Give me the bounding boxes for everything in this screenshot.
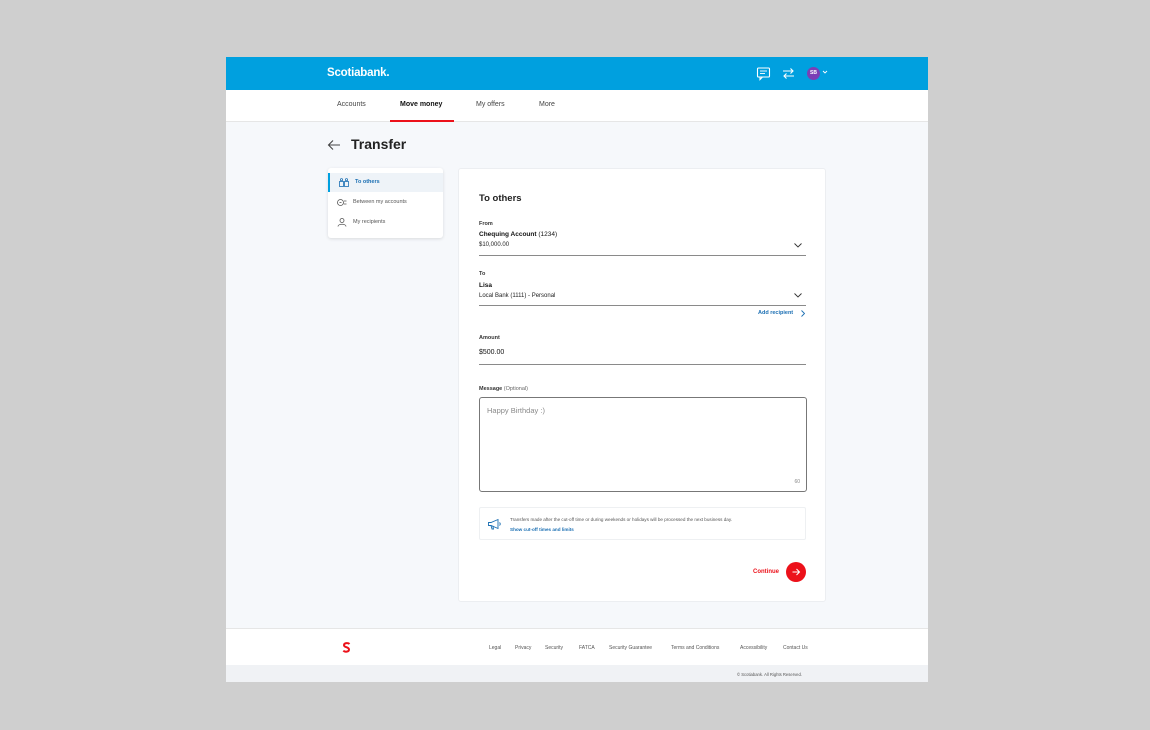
active-nav-indicator: [390, 120, 454, 122]
footer-link-privacy[interactable]: Privacy: [515, 645, 531, 651]
top-bar: Scotiabank. SB: [226, 57, 928, 90]
accounts-swap-icon: [337, 199, 347, 206]
nav-item-more[interactable]: More: [539, 101, 555, 108]
amount-label: Amount: [479, 335, 500, 341]
from-account-name: Chequing Account: [479, 231, 537, 238]
megaphone-icon: [488, 518, 501, 530]
footer-link-contact-us[interactable]: Contact Us: [783, 645, 808, 651]
footer-link-security[interactable]: Security: [545, 645, 563, 651]
continue-button[interactable]: [786, 562, 806, 582]
app-window: Scotiabank. SB Accounts Move money My of…: [226, 57, 928, 682]
side-item-label: My recipients: [353, 219, 386, 225]
footer-link-security-guarantee[interactable]: Security Guarantee: [609, 645, 652, 651]
message-textarea[interactable]: Happy Birthday :) 60: [479, 397, 807, 492]
side-item-between-accounts[interactable]: Between my accounts: [328, 193, 443, 212]
to-recipient[interactable]: Lisa: [479, 282, 492, 289]
recipient-detail: Local Bank (1111) - Personal: [479, 293, 556, 299]
cutoff-notice: Transfers made after the cut-off time or…: [479, 507, 806, 540]
message-label: Message (Optional): [479, 386, 528, 392]
nav-item-accounts[interactable]: Accounts: [337, 101, 366, 108]
character-count: 60: [794, 479, 800, 485]
page-title: Transfer: [351, 136, 407, 152]
from-account-number: (1234): [538, 231, 558, 238]
side-item-my-recipients[interactable]: My recipients: [328, 213, 443, 232]
message-optional-text: (Optional): [503, 386, 528, 392]
message-placeholder: Happy Birthday :): [487, 406, 545, 415]
from-label: From: [479, 221, 493, 227]
to-label: To: [479, 271, 486, 277]
chevron-right-icon[interactable]: [801, 310, 805, 317]
scotiabank-logo[interactable]: Scotiabank.: [327, 67, 390, 79]
main-nav: Accounts Move money My offers More: [226, 90, 928, 122]
transfer-arrows-icon[interactable]: [781, 66, 796, 81]
arrow-right-icon: [792, 568, 801, 576]
chevron-down-icon[interactable]: [822, 69, 828, 75]
recipient-name: Lisa: [479, 282, 493, 289]
transfer-type-menu: To others Between my accounts My recipie…: [328, 168, 443, 238]
continue-label[interactable]: Continue: [753, 569, 779, 575]
add-recipient-link[interactable]: Add recipient: [758, 310, 793, 316]
chevron-down-icon[interactable]: [794, 243, 802, 248]
avatar[interactable]: SB: [807, 67, 820, 80]
footer: Legal Privacy Security FATCA Security Gu…: [226, 628, 928, 665]
person-icon: [337, 218, 347, 227]
side-item-label: To others: [355, 179, 380, 185]
form-title: To others: [479, 193, 522, 204]
message-label-text: Message: [479, 386, 503, 392]
chevron-down-icon[interactable]: [794, 293, 802, 298]
scotiabank-s-logo-icon: [342, 642, 351, 653]
copyright-text: © Scotiabank. All Rights Reserved.: [737, 672, 802, 677]
footer-link-accessibility[interactable]: Accessibility: [740, 645, 767, 651]
nav-item-my-offers[interactable]: My offers: [476, 101, 505, 108]
nav-item-move-money[interactable]: Move money: [400, 101, 442, 108]
back-arrow-icon[interactable]: [327, 139, 341, 151]
footer-link-terms[interactable]: Terms and Conditions: [671, 645, 719, 651]
footer-link-legal[interactable]: Legal: [489, 645, 501, 651]
from-account[interactable]: Chequing Account (1234): [479, 231, 557, 238]
people-icon: [339, 178, 349, 187]
transfer-form-card: To others From Chequing Account (1234) $…: [458, 168, 826, 602]
amount-input[interactable]: $500.00: [479, 349, 504, 356]
footer-link-fatca[interactable]: FATCA: [579, 645, 595, 651]
to-field-underline: [479, 305, 806, 306]
amount-field-underline: [479, 364, 806, 365]
side-item-label: Between my accounts: [353, 199, 407, 205]
notice-text: Transfers made after the cut-off time or…: [510, 517, 733, 522]
cutoff-times-link[interactable]: Show cut-off times and limits: [510, 527, 574, 532]
from-field-underline: [479, 255, 806, 256]
from-balance: $10,000.00: [479, 242, 510, 248]
side-item-to-others[interactable]: To others: [328, 173, 443, 192]
message-icon[interactable]: [756, 66, 771, 81]
copyright-bar: © Scotiabank. All Rights Reserved.: [226, 665, 928, 682]
